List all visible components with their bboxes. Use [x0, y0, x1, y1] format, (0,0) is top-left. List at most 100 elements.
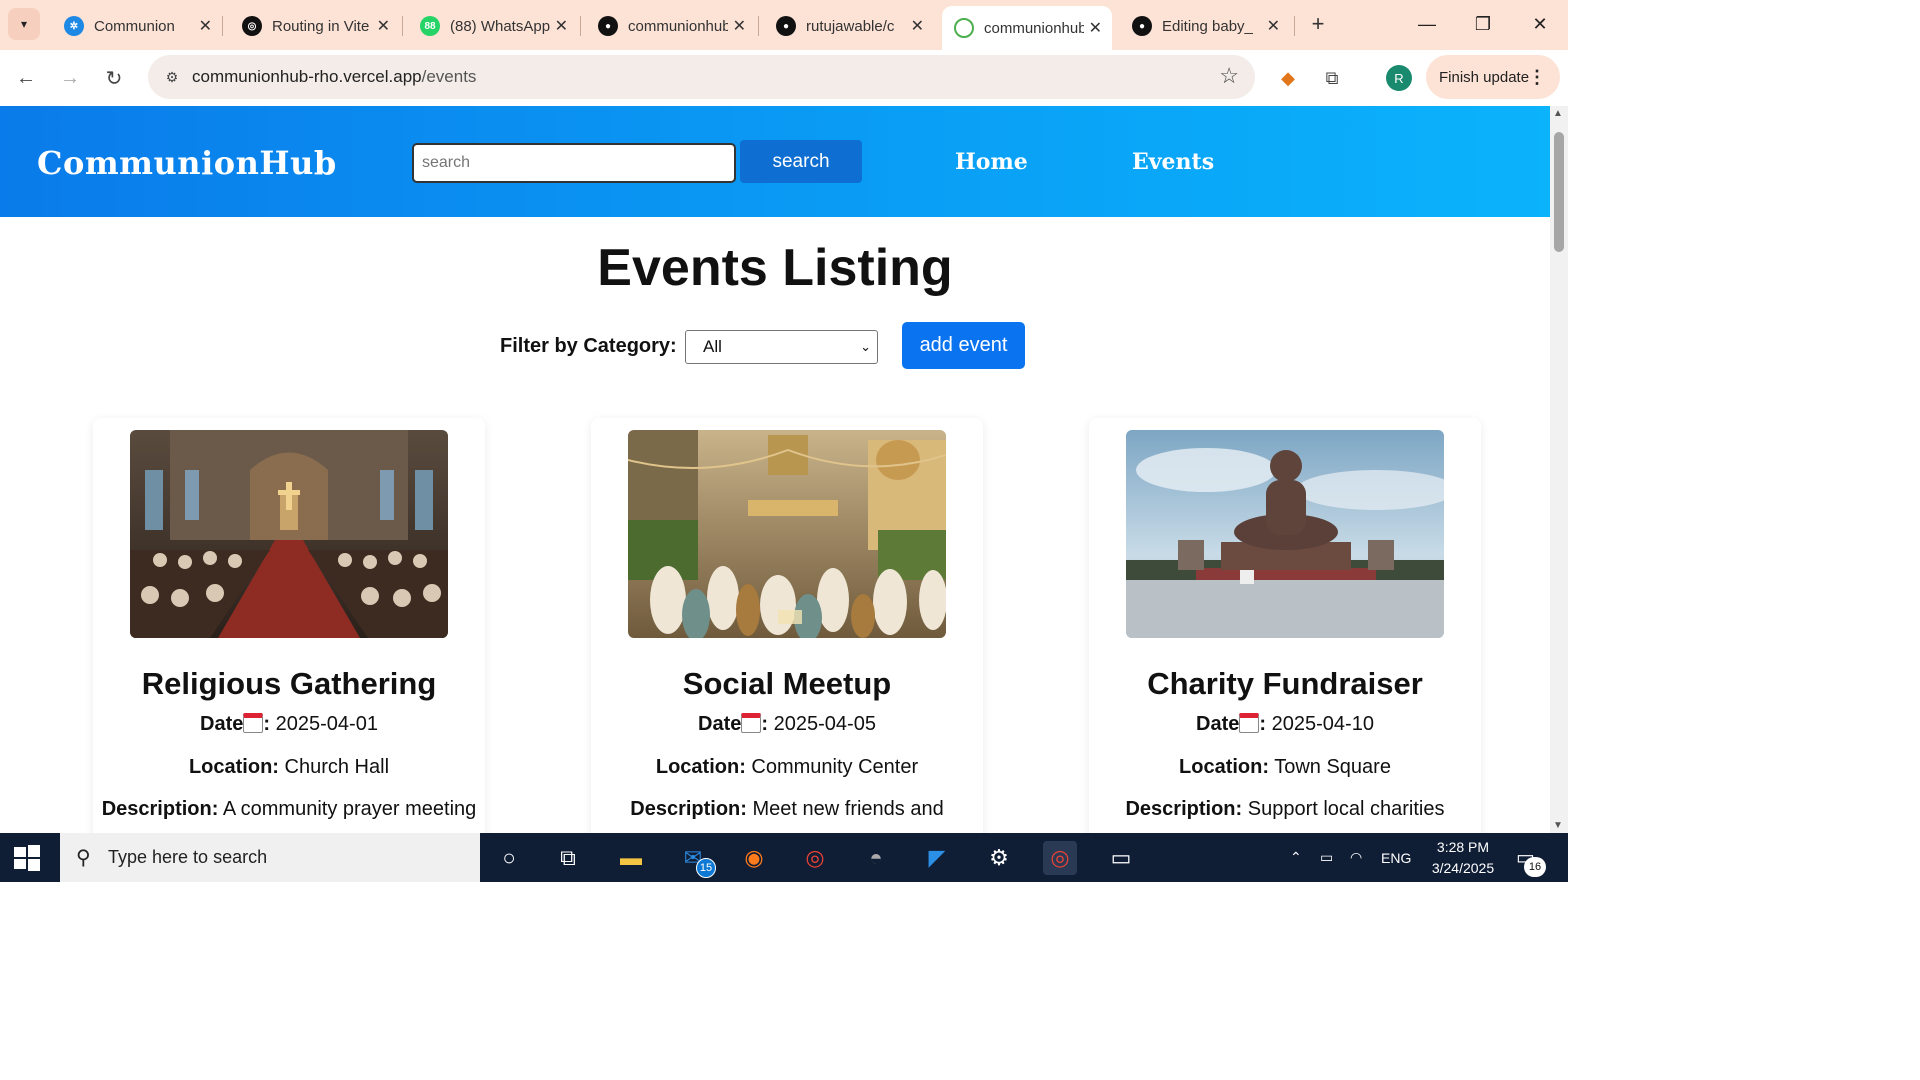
- close-window-button[interactable]: ✕: [1518, 8, 1562, 40]
- browser-tab-active[interactable]: communionhub ✕: [942, 6, 1112, 50]
- event-description: Description: A community prayer meeting: [101, 798, 477, 820]
- event-card[interactable]: Charity Fundraiser Date: 2025-04-10 Loca…: [1089, 418, 1481, 833]
- close-icon[interactable]: ✕: [1267, 16, 1280, 36]
- event-image-statue: [1126, 430, 1444, 638]
- tab-search-button[interactable]: ▾: [8, 8, 40, 40]
- event-card[interactable]: Religious Gathering Date: 2025-04-01 Loc…: [93, 418, 485, 833]
- chevron-down-icon: ⌄: [860, 339, 871, 354]
- forward-button[interactable]: →: [54, 62, 86, 94]
- notification-count-badge: 16: [1524, 857, 1546, 877]
- chrome-icon[interactable]: ◎: [798, 841, 832, 875]
- tray-chevron-up-icon[interactable]: ⌃: [1290, 833, 1302, 882]
- site-brand[interactable]: CommunionHub: [37, 144, 337, 182]
- filter-row: Filter by Category: All ⌄ add event: [0, 322, 1550, 370]
- app-icon[interactable]: ◓: [859, 841, 893, 875]
- scroll-down-icon[interactable]: ▼: [1553, 820, 1563, 831]
- vscode-icon[interactable]: ◤: [920, 841, 954, 875]
- close-icon[interactable]: ✕: [1089, 18, 1102, 38]
- event-title: Charity Fundraiser: [1147, 666, 1423, 701]
- file-explorer-icon[interactable]: ▬: [614, 841, 648, 875]
- scrollbar-thumb[interactable]: [1554, 132, 1564, 252]
- event-description: Description: Meet new friends and: [630, 798, 944, 820]
- tab-separator: [580, 16, 581, 36]
- wifi-icon[interactable]: ◠: [1350, 833, 1362, 882]
- event-date: Date: 2025-04-01: [200, 713, 378, 735]
- calendar-icon: [1239, 713, 1260, 733]
- browser-tab[interactable]: 88 (88) WhatsApp ✕: [408, 6, 578, 46]
- bookmark-star-icon[interactable]: ☆: [1219, 63, 1239, 89]
- tab-separator: [1294, 16, 1295, 36]
- minimize-icon: —: [1418, 13, 1436, 34]
- system-clock[interactable]: 3:28 PM 3/24/2025: [1422, 837, 1504, 879]
- page-viewport: CommunionHub search Home Events Events L…: [0, 106, 1550, 833]
- whatsapp-icon: 88: [420, 16, 440, 36]
- tab-separator: [402, 16, 403, 36]
- add-event-button[interactable]: add event: [902, 322, 1025, 369]
- close-icon[interactable]: ✕: [377, 16, 390, 36]
- chevron-down-icon: ▾: [20, 17, 28, 31]
- browser-tab[interactable]: ● rutujawable/c ✕: [764, 6, 934, 46]
- eid-festival-image: [628, 430, 946, 638]
- close-icon[interactable]: ✕: [199, 16, 212, 36]
- search-icon: ⚲: [76, 847, 91, 869]
- address-bar[interactable]: ⚙ communionhub-rho.vercel.app/events ☆: [148, 55, 1255, 99]
- browser-toolbar: ← → ↻ ⚙ communionhub-rho.vercel.app/even…: [0, 50, 1568, 106]
- url-text[interactable]: communionhub-rho.vercel.app/events: [192, 67, 476, 87]
- extensions-puzzle-icon[interactable]: ⧉: [1318, 64, 1346, 92]
- reload-icon: ↻: [105, 67, 123, 90]
- page-scrollbar[interactable]: ▲ ▼: [1550, 106, 1568, 833]
- browser-tab[interactable]: ◎ Routing in Vite ✕: [230, 6, 400, 46]
- github-icon: ●: [598, 16, 618, 36]
- category-select[interactable]: All ⌄: [685, 330, 878, 364]
- tab-separator: [222, 16, 223, 36]
- browser-tab-strip: ▾ ✲ Communion ✕ ◎ Routing in Vite ✕ 88 (…: [0, 0, 1568, 50]
- nav-link-events[interactable]: Events: [1132, 149, 1214, 175]
- back-button[interactable]: ←: [10, 62, 42, 94]
- metamask-extension-icon[interactable]: ◆: [1274, 64, 1302, 92]
- reload-button[interactable]: ↻: [98, 62, 130, 94]
- browser-tab[interactable]: ✲ Communion ✕: [52, 6, 222, 46]
- scroll-up-icon[interactable]: ▲: [1553, 108, 1563, 119]
- cortana-icon[interactable]: ○: [492, 841, 526, 875]
- windows-taskbar: ⚲ Type here to search ○ ⧉ ▬ ✉ ◉ ◎ ◓ ◤ ⚙ …: [0, 833, 1568, 882]
- close-icon: ✕: [1532, 13, 1548, 34]
- browser-tab[interactable]: ● Editing baby_ ✕: [1120, 6, 1290, 46]
- task-view-icon[interactable]: ⧉: [551, 841, 585, 875]
- close-icon[interactable]: ✕: [911, 16, 924, 36]
- nav-link-home[interactable]: Home: [955, 149, 1028, 175]
- terminal-icon[interactable]: ▭: [1104, 841, 1138, 875]
- search-input[interactable]: [412, 143, 736, 183]
- openai-icon: ◎: [242, 16, 262, 36]
- page-title: Events Listing: [597, 239, 953, 297]
- restore-button[interactable]: ❐: [1461, 8, 1505, 40]
- settings-gear-icon[interactable]: ⚙: [982, 841, 1016, 875]
- arrow-left-icon: ←: [16, 66, 36, 89]
- event-title: Social Meetup: [682, 666, 892, 701]
- close-icon[interactable]: ✕: [733, 16, 746, 36]
- tab-separator: [758, 16, 759, 36]
- event-image-church: [130, 430, 448, 638]
- battery-icon[interactable]: ▭: [1320, 833, 1333, 882]
- buddha-statue-image: [1126, 430, 1444, 638]
- language-indicator[interactable]: ENG: [1381, 833, 1411, 882]
- calendar-icon: [741, 713, 762, 733]
- finish-update-button[interactable]: Finish update ⋮: [1426, 55, 1560, 99]
- close-icon[interactable]: ✕: [555, 16, 568, 36]
- arrow-right-icon: →: [60, 66, 80, 89]
- site-settings-icon[interactable]: ⚙: [160, 65, 184, 89]
- event-card[interactable]: Social Meetup Date: 2025-04-05 Location:…: [591, 418, 983, 833]
- profile-avatar[interactable]: R: [1386, 65, 1412, 91]
- event-image-eid: [628, 430, 946, 638]
- github-icon: ●: [1132, 16, 1152, 36]
- search-button[interactable]: search: [740, 140, 862, 183]
- taskbar-search-box[interactable]: ⚲ Type here to search: [60, 833, 480, 882]
- browser-tab[interactable]: ● communionhub ✕: [586, 6, 756, 46]
- chrome-active-icon[interactable]: ◎: [1043, 841, 1077, 875]
- firefox-icon[interactable]: ◉: [737, 841, 771, 875]
- event-location: Location: Church Hall: [188, 756, 390, 778]
- more-vertical-icon: ⋮: [1528, 66, 1546, 87]
- new-tab-button[interactable]: +: [1304, 10, 1332, 38]
- windows-start-icon[interactable]: [12, 843, 42, 873]
- minimize-button[interactable]: —: [1405, 8, 1449, 40]
- mail-badge: 15: [696, 858, 716, 878]
